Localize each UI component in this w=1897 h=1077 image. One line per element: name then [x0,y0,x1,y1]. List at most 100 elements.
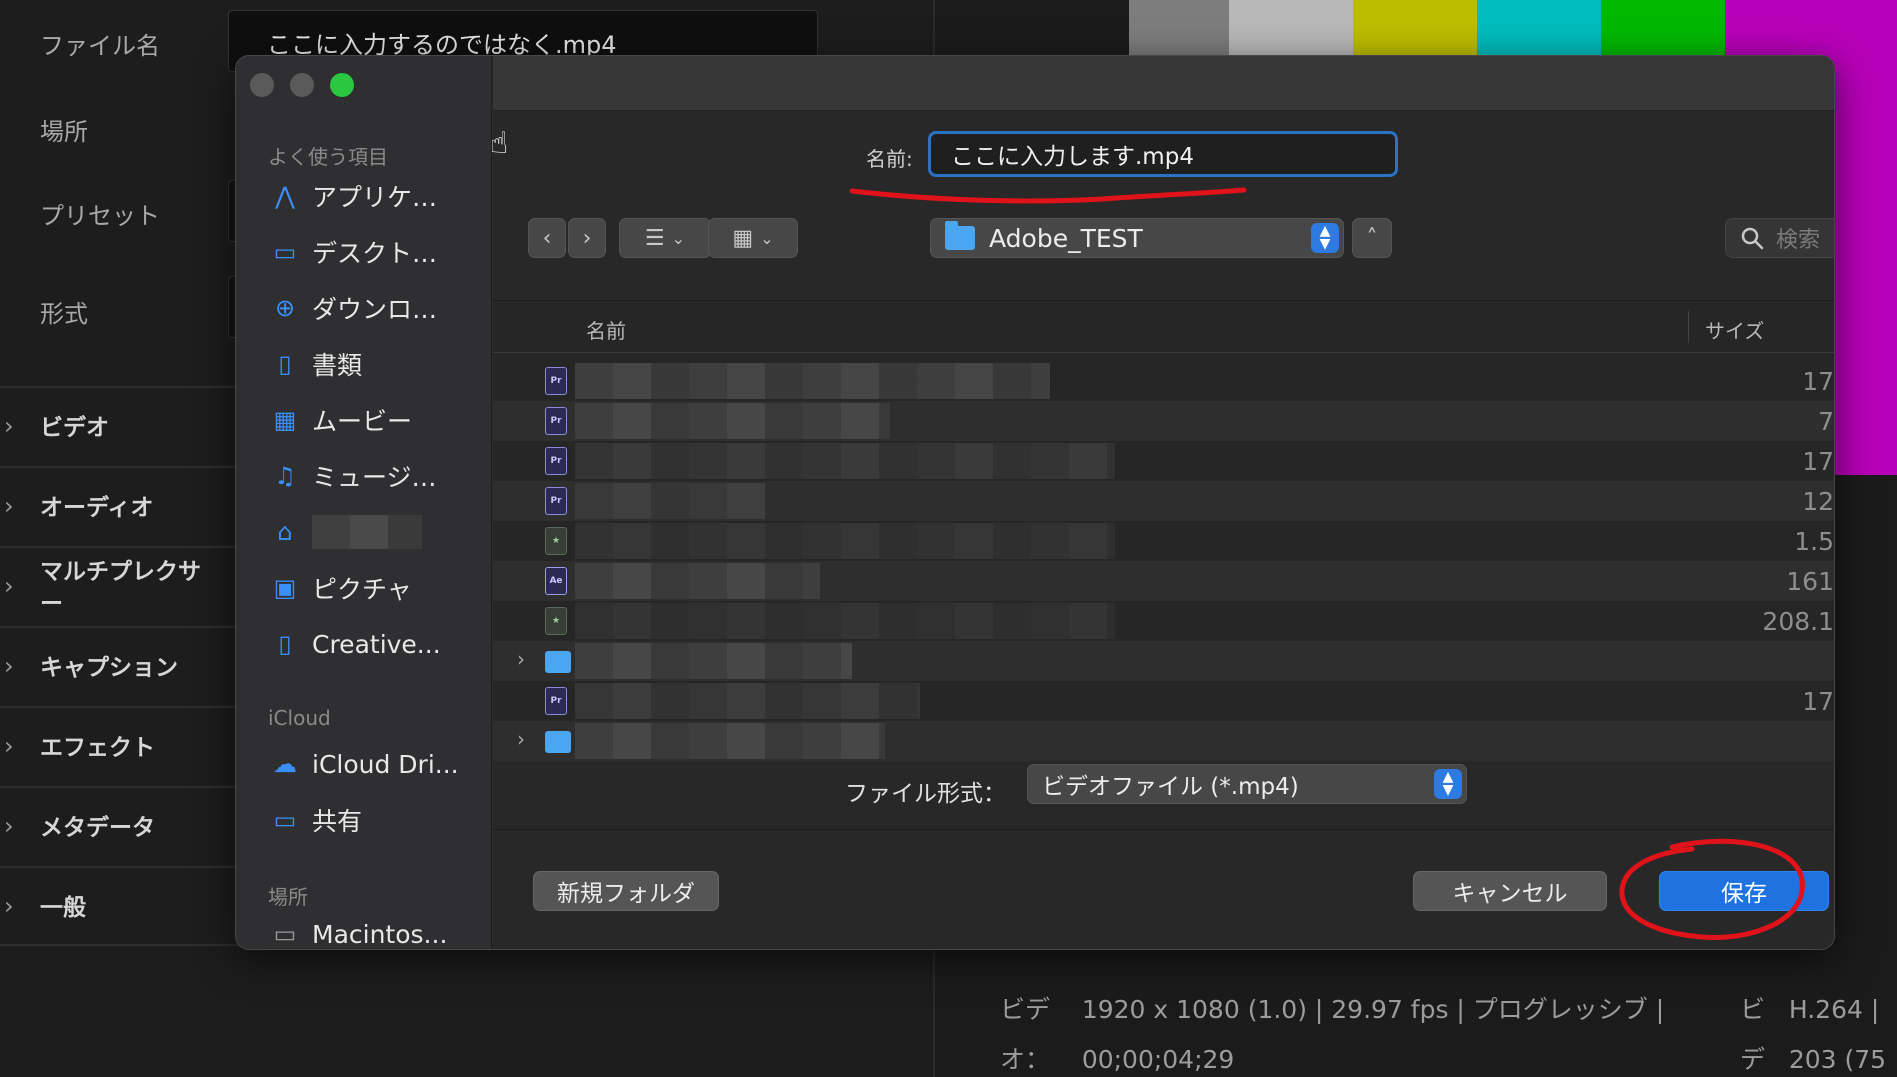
chevron-down-icon: ⌄ [760,228,774,248]
chevron-right-icon: › [582,225,592,251]
footer-divider [493,829,1834,830]
pictures-icon: ▣ [273,574,297,602]
icloud-drive-icon: ☁ [273,750,297,778]
redacted-filename [575,603,1115,639]
favorites-header: よく使う項目 [268,145,388,169]
column-header: 名前 サイズ [493,301,1834,353]
file-row[interactable]: ★ 208.1 [493,601,1834,641]
sidebar-item-applications[interactable]: ⋀ アプリケ… [268,176,483,216]
dialog-titlebar [493,56,1834,111]
video-summary: ビデ 1920 x 1080 (1.0) | 29.97 fps | プログレッ… [1000,995,1665,1024]
image-file-icon: ★ [545,527,567,555]
disclosure-chevron-icon: › [517,647,525,671]
redacted-filename [575,443,1115,479]
back-button[interactable]: ‹ [528,218,566,258]
output-codec: ビ H.264 | [1740,995,1880,1024]
file-row[interactable]: Ae 161 [493,561,1834,601]
zoom-window-button[interactable] [330,73,354,97]
redacted-filename [575,563,820,599]
file-row[interactable]: Pr 17 [493,681,1834,721]
file-row[interactable]: ★ 1.5 [493,521,1834,561]
locations-header: 場所 [268,885,308,909]
section-metadata[interactable]: › メタデータ [0,786,240,866]
folder-icon [545,731,571,753]
premiere-project-icon: Pr [545,687,567,715]
name-label: 名前: [866,147,913,171]
red-circle-annotation [1619,838,1805,940]
icloud-header: iCloud [268,706,331,730]
chevron-right-icon: › [4,492,14,520]
file-row[interactable]: Pr 7 [493,401,1834,441]
sidebar-item-documents[interactable]: ▯ 書類 [268,344,483,384]
column-size-header[interactable]: サイズ [1705,315,1764,344]
section-audio[interactable]: › オーディオ [0,466,240,546]
redacted-filename [575,683,920,719]
forward-button[interactable]: › [568,218,606,258]
chevron-right-icon: › [4,412,14,440]
hand-cursor-icon: ☝ [490,126,509,161]
premiere-project-icon: Pr [545,367,567,395]
expand-collapse-button[interactable]: ˄ [1352,218,1392,258]
new-folder-button[interactable]: 新規フォルダ [533,871,719,911]
premiere-project-icon: Pr [545,407,567,435]
shared-folder-icon: ▭ [273,806,297,834]
disk-icon: ▭ [273,920,297,948]
folder-row[interactable]: › [493,721,1834,761]
image-file-icon: ★ [545,607,567,635]
red-underline-annotation [849,187,1247,204]
grid-view-button[interactable]: ▦ ⌄ [708,218,798,258]
video-timecode: オ： 00;00;04;29 [1000,1045,1235,1074]
search-field[interactable]: 検索 [1725,218,1834,258]
updown-arrows-icon: ▲ ▼ [1434,769,1462,799]
folder-row[interactable]: › [493,641,1834,681]
section-effects[interactable]: › エフェクト [0,706,240,786]
folder-icon [545,651,571,673]
chevron-up-icon: ˄ [1366,225,1378,251]
grid-icon: ▦ [732,225,754,251]
sidebar-item-creative-cloud[interactable]: ▯ Creative... [268,624,483,664]
sidebar-item-pictures[interactable]: ▣ ピクチャ [268,568,483,608]
file-row[interactable]: Pr 17 [493,361,1834,401]
redacted-filename [575,723,885,759]
sidebar-item-shared[interactable]: ▭ 共有 [268,800,483,840]
filename-label: ファイル名 [40,32,160,60]
sidebar-item-music[interactable]: ♫ ミュージ… [268,456,483,496]
list-icon: ☰ [644,225,665,251]
section-captions[interactable]: › キャプション [0,626,240,706]
list-view-button[interactable]: ☰ ⌄ [619,218,711,258]
section-video[interactable]: › ビデオ [0,386,240,466]
close-window-button[interactable] [250,73,274,97]
sidebar-item-downloads[interactable]: ⊕ ダウンロ… [268,288,483,328]
sidebar-item-icloud-drive[interactable]: ☁ iCloud Dri... [268,744,483,784]
music-icon: ♫ [274,462,296,490]
location-label: 場所 [40,118,88,146]
column-name-header[interactable]: 名前 [586,315,626,344]
dialog-sidebar: よく使う項目 ⋀ アプリケ… ▭ デスクト… ⊕ ダウンロ… ▯ 書類 ▦ ムー… [236,56,492,949]
home-icon: ⌂ [277,518,293,546]
cancel-button[interactable]: キャンセル [1413,871,1607,911]
sidebar-item-home[interactable]: ⌂ [268,512,483,552]
creative-cloud-icon: ▯ [278,630,292,658]
downloads-icon: ⊕ [274,294,296,322]
minimize-window-button[interactable] [290,73,314,97]
file-format-popup[interactable]: ビデオファイル (*.mp4) ▲ ▼ [1027,764,1467,804]
file-row[interactable]: Pr 12 [493,481,1834,521]
folder-icon [945,221,975,250]
updown-arrows-icon: ▲ ▼ [1311,223,1339,253]
dialog-main: 名前: ‹ › ☰ ⌄ ▦ ⌄ Adobe_TEST ▲▼ ˄ [493,56,1834,949]
movies-icon: ▦ [273,406,297,434]
section-general[interactable]: › 一般 [0,866,240,946]
premiere-project-icon: Pr [545,487,567,515]
file-format-label: ファイル形式： [845,781,1006,807]
redacted-filename [575,483,765,519]
file-row[interactable]: Pr 17 [493,441,1834,481]
sidebar-item-macintosh-hd[interactable]: ▭ Macintos... [268,914,483,949]
redacted-filename [575,643,852,679]
section-multiplexer[interactable]: › マルチプレクサー [0,546,240,626]
format-label: 形式 [40,300,88,328]
premiere-project-icon: Pr [545,447,567,475]
folder-location-popup[interactable]: Adobe_TEST ▲ ▼ [930,218,1344,258]
sidebar-item-desktop[interactable]: ▭ デスクト… [268,232,483,272]
chevron-right-icon: › [4,892,14,920]
sidebar-item-movies[interactable]: ▦ ムービー [268,400,483,440]
